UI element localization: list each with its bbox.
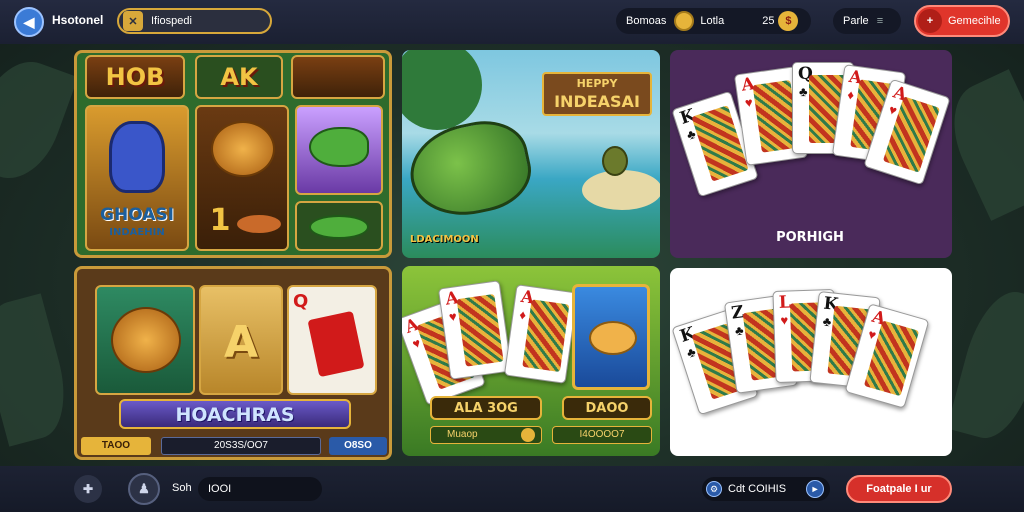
banner-line1: HEPPY (576, 77, 618, 90)
profile-button[interactable]: ♟ (128, 473, 160, 505)
tile-caption: PORHIGH (776, 230, 844, 245)
bottom-bar: ✚ ♟ Soh IOOI ⚙ Cdt COIHIS ► Foatpale I u… (0, 466, 1024, 512)
playing-card: A ♥ (437, 280, 513, 380)
game-tile-fishing[interactable]: HEPPY INDEASAI LDACIMOON (402, 50, 660, 258)
bottom-action-button[interactable]: Foatpale I ur (846, 475, 952, 503)
coin-count: 25 (762, 15, 775, 27)
sea-serpent-symbol (109, 121, 165, 193)
reel-cell: 1 (195, 105, 289, 251)
spin-button[interactable]: O8SO (329, 437, 387, 455)
search-label: Soh (172, 482, 192, 494)
reel-letter: A (223, 317, 259, 368)
game-tile-slots-2[interactable]: A Q HOACHRAS TAOO 20S3S/OO7 O8SO (74, 266, 392, 460)
gear-icon: ⚙ (706, 481, 722, 497)
slot-title: HOACHRAS (175, 404, 295, 426)
palm-leaf-decor (402, 50, 482, 130)
move-icon: ✚ (82, 482, 94, 496)
bass-fish-art (402, 112, 539, 226)
sub-label-left: Muaop (430, 426, 542, 444)
sub-label-right: I4OOOO7 (552, 426, 652, 444)
label-plate: DAOO (562, 396, 652, 420)
slot-title: GHOASI (100, 205, 174, 225)
arrow-icon[interactable]: ► (806, 480, 825, 498)
fish-symbol (309, 215, 369, 239)
reel-label: AK (220, 63, 258, 91)
search-input[interactable]: ✕ Ifiospedi (117, 8, 272, 34)
coin-icon (521, 428, 535, 442)
coin-icon (674, 11, 695, 31)
top-bar: ◀ Hsotonel ✕ Ifiospedi Bomoas Lotla 25 $… (0, 0, 1024, 44)
game-banner: HEPPY INDEASAI (542, 72, 652, 116)
bottom-search-value: IOOI (208, 483, 232, 495)
card-rank: Q (293, 291, 309, 312)
balance-display: 20S3S/OO7 (161, 437, 321, 455)
tile-caption: LDACIMOON (410, 234, 479, 245)
label-plate: ALA 3OG (430, 396, 542, 420)
title-plate: HOACHRAS (119, 399, 351, 429)
slot-subtitle: INDAEHIN (109, 227, 165, 238)
bottom-action-label: Foatpale I ur (866, 483, 932, 495)
reel-cell: GHOASI INDAEHIN (85, 105, 189, 251)
lure-icon (602, 146, 628, 176)
back-button[interactable]: ◀ (14, 7, 44, 37)
plus-icon: + (918, 9, 942, 33)
game-tile-poker-2[interactable]: K ♣ Z ♣ L ♥ K ♣ A ♥ (670, 268, 952, 456)
shell-symbol (291, 55, 385, 99)
slot-number: 1 (209, 203, 231, 238)
back-icon: ◀ (23, 13, 35, 30)
game-tile-mixed[interactable]: A ♥ A ♥ A ♦ ALA 3OG DAOO Muaop I4OOOO7 (402, 266, 660, 456)
reel-cell (95, 285, 195, 395)
action-label: Gemecihle (948, 15, 1001, 27)
gear-icon: ≡ (876, 15, 884, 27)
action-button[interactable]: + Gemecihle (914, 5, 1010, 37)
game-tile-poker[interactable]: K ♣ A ♥ Q ♣ A ♦ A ♥ PORHIGH (670, 50, 952, 258)
search-value: Ifiospedi (151, 15, 192, 27)
fish-card (572, 284, 650, 390)
game-tile-slots[interactable]: HOB AK GHOASI INDAEHIN 1 (74, 50, 392, 258)
reel-cell: A (199, 285, 283, 395)
fish-symbol (589, 321, 637, 355)
coin-label: Lotla (700, 15, 725, 27)
label-left: ALA 3OG (454, 401, 518, 416)
balance-pill: Bomoas Lotla 25 $ (616, 8, 811, 34)
profile-label: Hsotonel (52, 13, 104, 27)
jungle-leaf-decor (0, 49, 79, 191)
menu-button[interactable]: Parle ≡ (833, 8, 901, 34)
bottom-search-input[interactable]: IOOI (198, 477, 322, 501)
person-icon: ♟ (138, 481, 150, 496)
label-right: DAOO (585, 401, 629, 416)
sausage-symbol (237, 215, 281, 233)
card-symbol (307, 310, 365, 378)
close-icon[interactable]: ✕ (123, 11, 143, 31)
currency-label: Cdt COIHIS (728, 483, 787, 495)
playing-card: A ♦ (503, 284, 579, 384)
banner-line2: INDEASAI (554, 92, 640, 111)
reel-label: HOB (105, 63, 165, 91)
sand-island-decor (582, 170, 660, 210)
jungle-leaf-decor (0, 293, 77, 447)
currency-pill[interactable]: ⚙ Cdt COIHIS ► (702, 477, 830, 501)
reel-cell (295, 201, 383, 251)
reel-cell (295, 105, 383, 195)
gift-icon[interactable]: $ (778, 11, 799, 31)
bonus-label: Bomoas (626, 15, 667, 27)
barrel-symbol (211, 121, 275, 177)
jungle-leaf-decor (946, 283, 1024, 447)
menu-label: Parle (843, 15, 869, 27)
bet-button[interactable]: TAOO (81, 437, 151, 455)
fish-symbol (309, 127, 369, 167)
move-button[interactable]: ✚ (74, 475, 102, 503)
reel-cell: Q (287, 285, 377, 395)
barrel-symbol (111, 307, 181, 373)
